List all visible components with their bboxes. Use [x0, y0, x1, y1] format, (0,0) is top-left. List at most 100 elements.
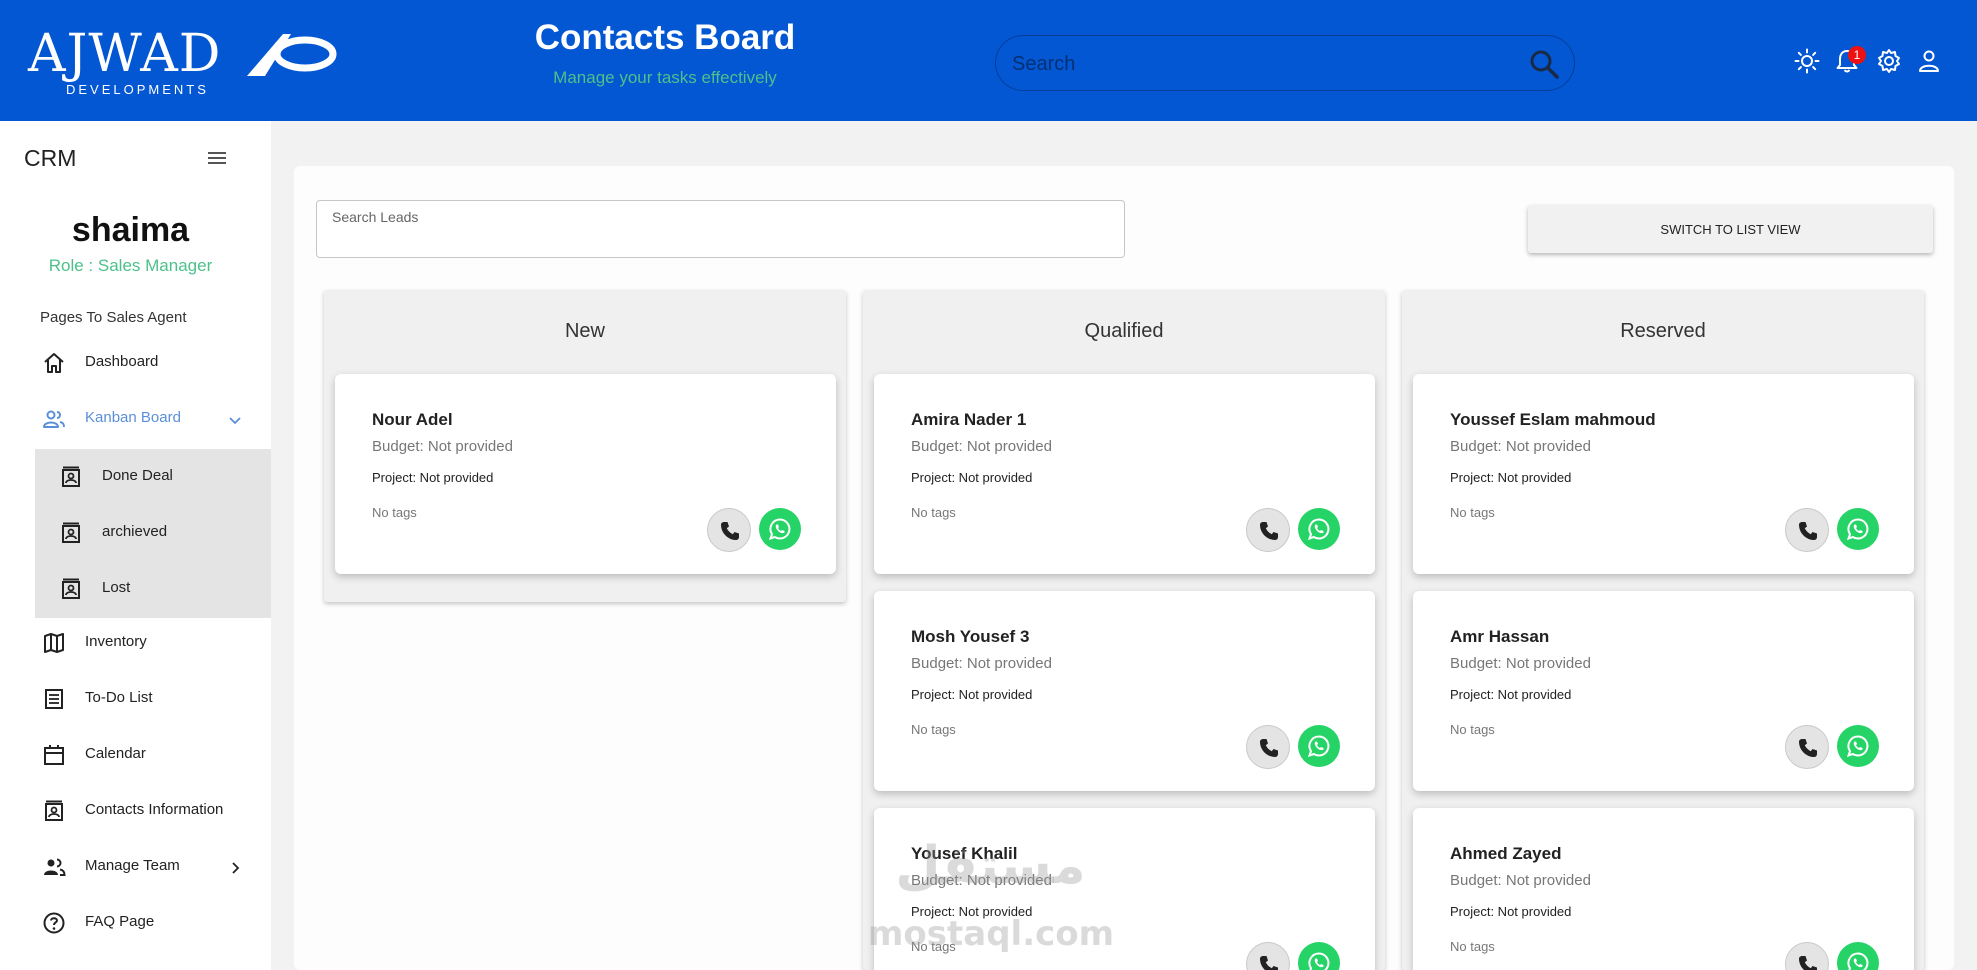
lead-tags: No tags: [911, 939, 956, 954]
lead-tags: No tags: [911, 505, 956, 520]
contact-icon: [62, 466, 80, 487]
whatsapp-button[interactable]: [1298, 508, 1340, 550]
lead-card[interactable]: Yousef Khalil Budget: Not provided Proje…: [874, 808, 1375, 970]
column-title: Reserved: [1620, 320, 1706, 342]
sidebar-item-label: Inventory: [85, 633, 147, 650]
lead-tags: No tags: [1450, 939, 1495, 954]
page-title: Contacts Board: [534, 18, 796, 57]
global-search: [995, 35, 1575, 91]
lead-budget: Budget: Not provided: [1450, 655, 1591, 672]
sidebar-item-contacts-information[interactable]: Contacts Information: [0, 783, 271, 839]
sidebar-item-label: Manage Team: [85, 857, 180, 874]
lead-project: Project: Not provided: [911, 470, 1033, 485]
sidebar-subitem-archieved[interactable]: archieved: [35, 505, 271, 561]
lead-name: Mosh Yousef 3: [911, 627, 1030, 646]
sidebar-item-label: Calendar: [85, 745, 146, 762]
whatsapp-button[interactable]: [759, 508, 801, 550]
sidebar-item-dashboard[interactable]: Dashboard: [0, 335, 271, 391]
call-button[interactable]: [707, 508, 751, 552]
sidebar-item-inventory[interactable]: Inventory: [0, 615, 271, 671]
lead-card[interactable]: Nour Adel Budget: Not provided Project: …: [335, 374, 836, 574]
sidebar-item-label: FAQ Page: [85, 913, 155, 930]
lead-name: Nour Adel: [372, 410, 453, 429]
call-button[interactable]: [1785, 508, 1829, 552]
lead-budget: Budget: Not provided: [911, 438, 1052, 455]
lead-card[interactable]: Ahmed Zayed Budget: Not provided Project…: [1413, 808, 1914, 970]
whatsapp-button[interactable]: [1837, 725, 1879, 767]
whatsapp-button[interactable]: [1837, 508, 1879, 550]
lead-project: Project: Not provided: [911, 687, 1033, 702]
search-icon[interactable]: [1528, 48, 1560, 80]
sidebar-subitem-label: Lost: [102, 579, 131, 596]
contact-icon: [45, 800, 63, 821]
sidebar-item-faq-page[interactable]: FAQ Page: [0, 895, 271, 951]
notification-badge: 1: [1848, 46, 1866, 64]
call-button[interactable]: [1785, 942, 1829, 970]
help-icon: [43, 912, 65, 934]
lead-name: Yousef Khalil: [911, 844, 1018, 863]
whatsapp-icon: [1307, 735, 1330, 758]
list-icon: [45, 689, 63, 709]
sidebar-item-label: Kanban Board: [85, 409, 181, 426]
hamburger-menu-icon[interactable]: [204, 145, 230, 171]
call-button[interactable]: [1246, 942, 1290, 970]
kanban-column-new: New Nour Adel Budget: Not provided Proje…: [324, 290, 846, 602]
sidebar-item-label: Contacts Information: [85, 801, 224, 818]
logo-subtitle: DEVELOPMENTS: [66, 82, 209, 97]
call-button[interactable]: [1785, 725, 1829, 769]
lead-budget: Budget: Not provided: [911, 655, 1052, 672]
kanban-submenu: Done Deal archieved Lost: [35, 449, 271, 618]
sidebar-item-calendar[interactable]: Calendar: [0, 727, 271, 783]
lead-tags: No tags: [372, 505, 417, 520]
user-icon[interactable]: [1916, 48, 1942, 74]
call-button[interactable]: [1246, 508, 1290, 552]
page-subtitle: Manage your tasks effectively: [553, 68, 777, 87]
whatsapp-button[interactable]: [1837, 942, 1879, 970]
lead-budget: Budget: Not provided: [1450, 438, 1591, 455]
lead-search-input[interactable]: [331, 227, 1111, 251]
lead-card[interactable]: Youssef Eslam mahmoud Budget: Not provid…: [1413, 374, 1914, 574]
lead-card[interactable]: Amira Nader 1 Budget: Not provided Proje…: [874, 374, 1375, 574]
kanban-column-reserved: Reserved Youssef Eslam mahmoud Budget: N…: [1402, 290, 1924, 970]
lead-card[interactable]: Amr Hassan Budget: Not provided Project:…: [1413, 591, 1914, 791]
chevron-right-icon[interactable]: [226, 859, 244, 877]
company-logo[interactable]: AJWAD DEVELOPMENTS: [28, 26, 338, 98]
gear-icon[interactable]: [1876, 48, 1902, 74]
call-button[interactable]: [1246, 725, 1290, 769]
lead-tags: No tags: [911, 722, 956, 737]
sidebar-subitem-done-deal[interactable]: Done Deal: [35, 449, 271, 505]
whatsapp-button[interactable]: [1298, 725, 1340, 767]
lead-search-label: Search Leads: [332, 209, 419, 225]
switch-to-list-view-button[interactable]: SWITCH TO LIST VIEW: [1528, 205, 1933, 253]
global-search-input[interactable]: [1012, 46, 1502, 82]
map-icon: [44, 633, 64, 653]
chevron-down-icon[interactable]: [226, 411, 244, 429]
lead-search-field[interactable]: Search Leads: [316, 200, 1125, 258]
logo-mark-icon: [247, 34, 337, 76]
home-icon: [44, 353, 64, 373]
lead-project: Project: Not provided: [372, 470, 494, 485]
sidebar-item-kanban-board[interactable]: Kanban Board: [0, 391, 271, 447]
kanban-column-qualified: Qualified Amira Nader 1 Budget: Not prov…: [863, 290, 1385, 970]
sidebar-item-todo-list[interactable]: To-Do List: [0, 671, 271, 727]
phone-icon: [1260, 739, 1278, 757]
sidebar: CRM shaima Role : Sales Manager Pages To…: [0, 121, 271, 970]
top-header: AJWAD DEVELOPMENTS Contacts Board Manage…: [0, 0, 1977, 121]
sidebar-subitem-label: Done Deal: [102, 467, 173, 484]
logo-wordmark: AJWAD: [28, 24, 222, 84]
whatsapp-button[interactable]: [1298, 942, 1340, 970]
whatsapp-icon: [1846, 518, 1869, 541]
team-icon: [44, 858, 66, 876]
sidebar-subitem-label: archieved: [102, 523, 168, 540]
lead-budget: Budget: Not provided: [1450, 872, 1591, 889]
sun-icon[interactable]: [1794, 48, 1820, 74]
sidebar-subitem-lost[interactable]: Lost: [35, 561, 271, 617]
phone-icon: [1799, 956, 1817, 970]
nav-section-title: Pages To Sales Agent: [40, 309, 187, 326]
people-icon: [43, 410, 65, 428]
lead-budget: Budget: Not provided: [372, 438, 513, 455]
user-role: Role : Sales Manager: [48, 256, 213, 275]
sidebar-item-manage-team[interactable]: Manage Team: [0, 839, 271, 895]
lead-card[interactable]: Mosh Yousef 3 Budget: Not provided Proje…: [874, 591, 1375, 791]
whatsapp-icon: [1307, 518, 1330, 541]
